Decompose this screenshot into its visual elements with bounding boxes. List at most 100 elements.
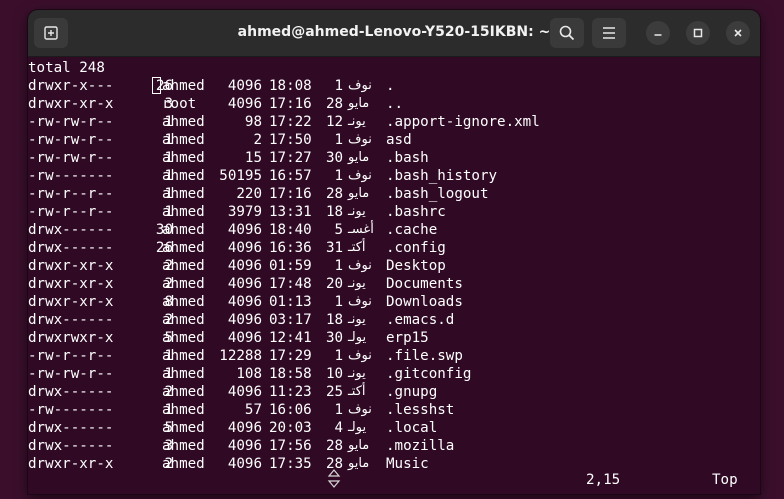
cell-month: يولـ <box>348 420 367 435</box>
listing-row: drwx------ 30 ahmed 4096 18:40 5 أغسـ .cache <box>28 221 728 239</box>
cell-month: مايو <box>348 150 370 165</box>
cell-day: 30 <box>326 330 344 346</box>
listing-row: drwx------ 26 ahmed 4096 16:36 31 أكتـ .config <box>28 239 728 257</box>
cell-day: 10 <box>326 366 344 382</box>
cell-owner: ahmed <box>162 222 205 238</box>
cell-time: 17:56 <box>269 438 312 454</box>
title-bar[interactable]: ahmed@ahmed-Lenovo-Y520-15IKBN: ~ <box>28 10 760 57</box>
listing-row: drwxr-xr-x 3 root 4096 17:16 28 مايو.. <box>28 95 728 113</box>
cell-month: أغسـ <box>348 222 374 237</box>
cell-time: 01:13 <box>269 294 312 310</box>
cell-month: نوف <box>348 294 372 309</box>
cell-owner: ahmed <box>162 330 205 346</box>
cell-perm: drwxr-x--- <box>28 78 114 94</box>
cell-size: 4096 <box>227 96 262 112</box>
cell-size: 4096 <box>227 222 262 238</box>
cell-day: 30 <box>326 150 344 166</box>
cell-size: 57 <box>244 402 262 418</box>
listing-row: -rw-r--r-- 1 ahmed 3979 13:31 18 يونـ .bashrc <box>28 203 728 221</box>
cell-time: 16:57 <box>269 168 312 184</box>
text-cursor <box>152 77 161 94</box>
cell-day: 1 <box>334 168 343 184</box>
cell-name: Desktop <box>386 258 446 274</box>
cell-name: .bashrc <box>386 204 446 220</box>
listing-row: -rw-rw-r-- 1 ahmed 15 17:27 30 مايو .bash <box>28 149 728 167</box>
cell-day: 31 <box>326 240 344 256</box>
cell-owner: ahmed <box>162 186 205 202</box>
cell-perm: -rw------- <box>28 402 114 418</box>
cell-size: 4096 <box>227 294 262 310</box>
cell-size: 4096 <box>227 276 262 292</box>
cell-owner: ahmed <box>162 438 205 454</box>
cell-day: 1 <box>334 294 343 310</box>
cell-size: 4096 <box>227 78 262 94</box>
cell-day: 18 <box>326 312 344 328</box>
listing-row: drwxr-x--- 26 ahmed 4096 18:08 1 نوف. <box>28 77 728 95</box>
close-button[interactable] <box>726 21 750 45</box>
cell-owner: ahmed <box>162 150 205 166</box>
cell-time: 17:22 <box>269 114 312 130</box>
cell-perm: drwx------ <box>28 240 114 256</box>
minimize-icon <box>654 34 662 36</box>
cell-time: 03:17 <box>269 312 312 328</box>
minimize-button[interactable] <box>646 21 670 45</box>
cell-size: 220 <box>236 186 262 202</box>
close-icon <box>734 29 742 37</box>
cell-time: 17:35 <box>269 456 312 472</box>
cell-name: Music <box>386 456 429 472</box>
cell-owner: ahmed <box>162 456 205 472</box>
cell-month: مايو <box>348 438 370 453</box>
resize-arrow-icon[interactable] <box>325 467 343 489</box>
cell-perm: -rw-rw-r-- <box>28 150 114 166</box>
cell-day: 1 <box>334 402 343 418</box>
cell-perm: drwx------ <box>28 222 114 238</box>
listing-row: drwxr-xr-x 8 ahmed 4096 01:13 1 نوف Downloads <box>28 293 728 311</box>
new-tab-button[interactable] <box>34 18 68 48</box>
cell-time: 16:06 <box>269 402 312 418</box>
cell-day: 4 <box>334 420 343 436</box>
cell-name: .config <box>386 240 446 256</box>
listing-row: drwxr-xr-x 2 ahmed 4096 01:59 1 نوف Desktop <box>28 257 728 275</box>
terminal-window: ahmed@ahmed-Lenovo-Y520-15IKBN: ~ total … <box>28 10 760 494</box>
cell-owner: ahmed <box>162 312 205 328</box>
cell-month: يونـ <box>348 366 366 381</box>
cell-month: يونـ <box>348 312 366 327</box>
listing-row: -rw-rw-r-- 1 ahmed 2 17:50 1 نوف asd <box>28 131 728 149</box>
cell-size: 12288 <box>219 348 262 364</box>
listing-row: drwx------ 2 ahmed 4096 03:17 18 يونـ .emacs.d <box>28 311 728 329</box>
cell-time: 18:40 <box>269 222 312 238</box>
listing-row: drwx------ 2 ahmed 4096 11:23 25 أكتـ .gnupg <box>28 383 728 401</box>
cell-time: 17:27 <box>269 150 312 166</box>
maximize-button[interactable] <box>686 21 710 45</box>
menu-button[interactable] <box>592 18 626 48</box>
cell-time: 17:29 <box>269 348 312 364</box>
cell-perm: drwx------ <box>28 420 114 436</box>
new-tab-icon <box>44 26 58 40</box>
cell-perm: -rw-rw-r-- <box>28 114 114 130</box>
cell-month: نوف <box>348 132 372 147</box>
cell-day: 12 <box>326 114 344 130</box>
cell-perm: -rw-r--r-- <box>28 186 114 202</box>
cell-day: 1 <box>334 78 343 94</box>
cell-perm: drwxrwxr-x <box>28 330 114 346</box>
cell-perm: drwxr-xr-x <box>28 258 114 274</box>
cell-name: . <box>386 78 395 94</box>
cell-owner: ahmed <box>162 240 205 256</box>
cell-month: مايو <box>348 186 370 201</box>
cell-owner: ahmed <box>162 168 205 184</box>
cell-size: 2 <box>253 132 262 148</box>
search-button[interactable] <box>550 18 584 48</box>
hamburger-menu-icon <box>603 27 615 39</box>
cell-name: Downloads <box>386 294 463 310</box>
cell-size: 108 <box>236 366 262 382</box>
cell-owner: ahmed <box>162 276 205 292</box>
cell-name: .file.swp <box>386 348 463 364</box>
listing-row: drwxr-xr-x 2 ahmed 4096 17:48 20 يونـ Documents <box>28 275 728 293</box>
cell-day: 28 <box>326 186 344 202</box>
terminal-output[interactable]: total 248 drwxr-x--- 26 ahmed 4096 18:08 1 نوف… <box>28 57 760 494</box>
listing-row: -rw-r--r-- 1 ahmed 12288 17:29 1 نوف .file.swp <box>28 347 728 365</box>
cell-month: يولـ <box>348 330 367 345</box>
cell-size: 4096 <box>227 258 262 274</box>
cell-day: 28 <box>326 96 344 112</box>
cell-size: 4096 <box>227 384 262 400</box>
